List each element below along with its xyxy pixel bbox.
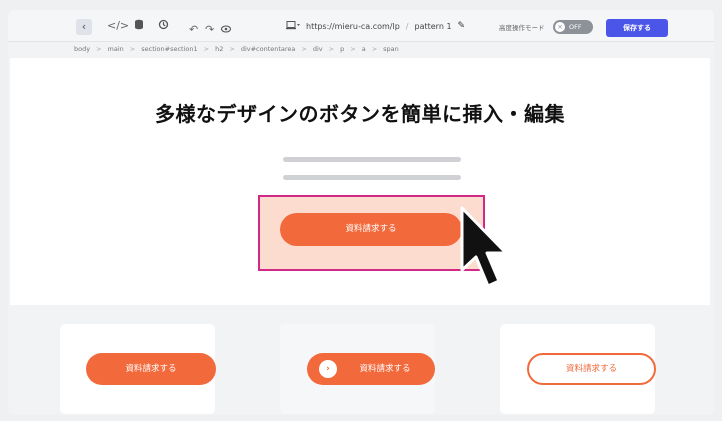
breadcrumb-item[interactable]: h2 bbox=[215, 45, 223, 53]
preview-eye-icon[interactable] bbox=[220, 23, 232, 37]
breadcrumb-separator: > bbox=[129, 45, 136, 53]
arrow-right-icon: › bbox=[319, 360, 337, 378]
breadcrumb-separator: > bbox=[96, 45, 102, 53]
toggle-state: OFF bbox=[569, 23, 582, 31]
device-icon[interactable] bbox=[286, 20, 300, 32]
button-variant-card[interactable]: 資料請求する bbox=[60, 324, 216, 414]
breadcrumb-item[interactable]: span bbox=[383, 45, 399, 53]
pattern-label[interactable]: pattern 1 bbox=[415, 22, 452, 31]
breadcrumb-item[interactable]: a bbox=[362, 45, 366, 53]
page-canvas: 多様なデザインのボタンを簡単に挿入・編集 資料請求する bbox=[10, 58, 710, 305]
breadcrumb-separator: > bbox=[229, 45, 235, 53]
code-icon[interactable]: </> bbox=[107, 19, 129, 33]
history-icon[interactable] bbox=[158, 19, 169, 34]
url-text: https://mieru-ca.com/lp bbox=[306, 21, 400, 31]
back-icon[interactable]: ‹ bbox=[76, 19, 92, 35]
breadcrumb-item[interactable]: body bbox=[74, 45, 90, 53]
breadcrumb-item[interactable]: p bbox=[340, 45, 344, 53]
variant-button-outline[interactable]: 資料請求する bbox=[527, 353, 656, 385]
breadcrumb-separator: > bbox=[371, 45, 378, 53]
pencil-icon[interactable]: ✎ bbox=[458, 21, 466, 31]
editor-window: ‹ </> ↶ ↷ https://mieru-ca.com/lp / patt… bbox=[8, 10, 714, 415]
breadcrumb-separator: > bbox=[203, 45, 210, 53]
text-placeholder-line bbox=[283, 157, 461, 162]
breadcrumb-separator: > bbox=[350, 45, 356, 53]
editor-toolbar: ‹ </> ↶ ↷ https://mieru-ca.com/lp / patt… bbox=[8, 10, 714, 42]
cta-button[interactable]: 資料請求する bbox=[280, 213, 462, 246]
breadcrumb-item[interactable]: div bbox=[313, 45, 323, 53]
breadcrumb-separator: > bbox=[301, 45, 307, 53]
close-icon: × bbox=[555, 22, 565, 32]
undo-icon[interactable]: ↶ bbox=[189, 23, 198, 37]
url-bar[interactable]: https://mieru-ca.com/lp / pattern 1 ✎ bbox=[286, 19, 465, 33]
variant-button-filled[interactable]: 資料請求する bbox=[86, 353, 216, 385]
variant-button-label: 資料請求する bbox=[359, 364, 411, 374]
breadcrumb: body > main > section#section1 > h2 > di… bbox=[74, 45, 399, 53]
mode-label: 高度操作モード bbox=[499, 24, 545, 32]
variant-button-arrow[interactable]: › 資料請求する bbox=[307, 353, 435, 385]
button-variant-card[interactable]: › 資料請求する bbox=[280, 324, 435, 414]
database-icon[interactable] bbox=[134, 19, 144, 34]
breadcrumb-item[interactable]: main bbox=[108, 45, 124, 53]
advanced-mode-toggle[interactable]: × OFF bbox=[553, 20, 593, 34]
button-variant-card[interactable]: 資料請求する bbox=[500, 324, 656, 414]
breadcrumb-item[interactable]: div#contentarea bbox=[241, 45, 296, 53]
breadcrumb-separator: > bbox=[328, 45, 335, 53]
breadcrumb-item[interactable]: section#section1 bbox=[141, 45, 197, 53]
page-headline[interactable]: 多様なデザインのボタンを簡単に挿入・編集 bbox=[10, 98, 710, 127]
text-placeholder-line bbox=[283, 175, 461, 180]
url-separator: / bbox=[405, 21, 409, 31]
mouse-cursor-icon bbox=[460, 206, 508, 288]
save-button[interactable]: 保存する bbox=[606, 19, 668, 37]
redo-icon[interactable]: ↷ bbox=[205, 23, 214, 37]
